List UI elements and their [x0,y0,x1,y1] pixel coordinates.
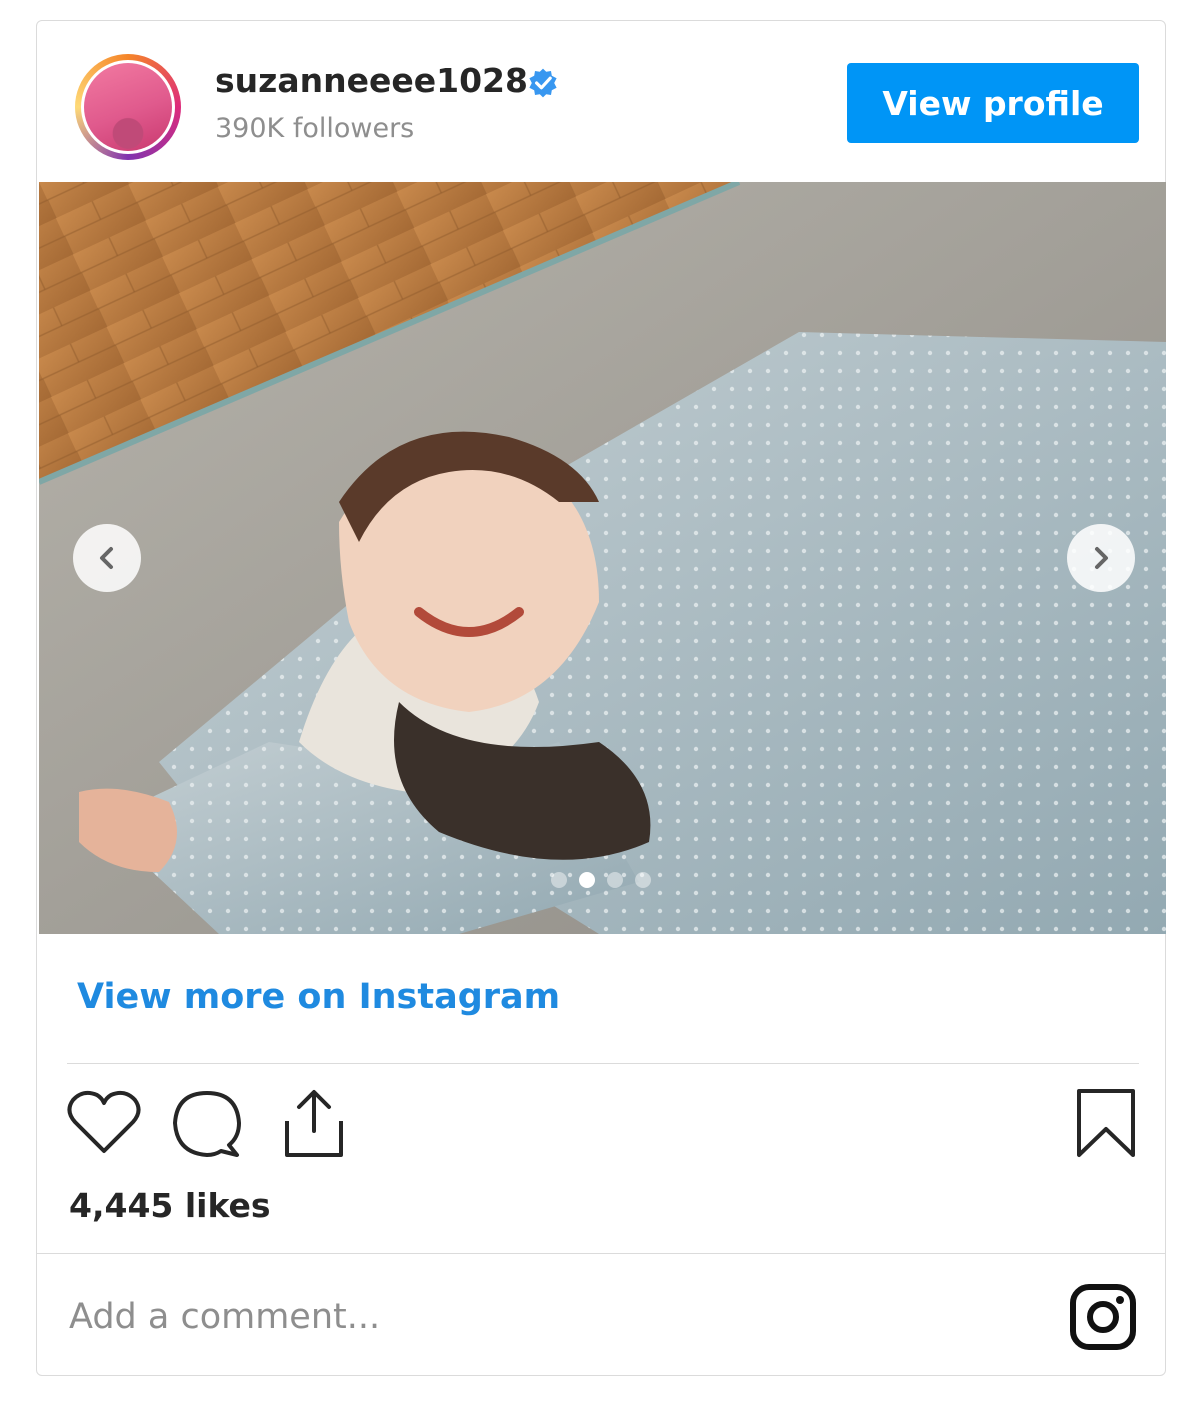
divider [67,1063,1139,1064]
view-more-link[interactable]: View more on Instagram [77,977,560,1017]
comment-placeholder[interactable]: Add a comment... [69,1297,380,1337]
like-count: 4,445 likes [69,1186,271,1225]
instagram-logo-icon[interactable] [1069,1283,1137,1351]
chevron-right-icon [1095,547,1108,569]
carousel-next-button[interactable] [1067,524,1135,592]
bookmark-icon[interactable] [1075,1087,1137,1159]
share-icon[interactable] [281,1087,347,1159]
carousel-indicator [551,872,651,888]
follower-count: 390K followers [215,113,415,144]
carousel-dot[interactable] [607,872,623,888]
carousel-dot[interactable] [551,872,567,888]
carousel-dot[interactable] [579,872,595,888]
profile-username[interactable]: suzanneeee1028 [215,61,528,100]
divider [37,1253,1165,1254]
comment-icon[interactable] [171,1089,243,1159]
avatar-image [84,63,172,151]
carousel-dot[interactable] [635,872,651,888]
instagram-embed-card: suzanneeee1028 390K followers View profi… [36,20,1166,1376]
profile-avatar[interactable] [75,54,181,160]
chevron-left-icon [100,547,113,569]
carousel-prev-button[interactable] [73,524,141,592]
view-profile-button[interactable]: View profile [847,63,1139,143]
verified-badge-icon [529,68,557,98]
post-photo[interactable] [39,182,1166,934]
heart-icon[interactable] [67,1089,141,1155]
